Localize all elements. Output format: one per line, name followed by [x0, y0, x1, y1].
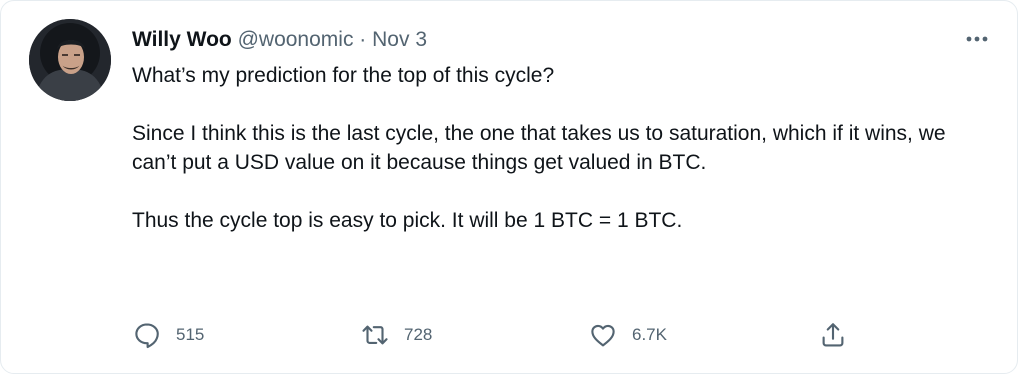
retweet-icon	[362, 325, 388, 345]
tweet-paragraph: What’s my prediction for the top of this…	[132, 64, 555, 87]
reply-count: 515	[176, 325, 205, 344]
like-count: 6.7K	[632, 325, 667, 344]
tweet-text: What’s my prediction for the top of this…	[132, 61, 992, 235]
retweet-count: 728	[404, 325, 433, 344]
tweet-header: Willy Woo @woonomic · Nov 3	[132, 27, 427, 53]
reply-button[interactable]: 515	[132, 317, 204, 353]
share-icon	[822, 323, 844, 347]
header-separator: ·	[359, 28, 367, 51]
reply-icon	[135, 323, 159, 349]
more-horizontal-icon	[966, 36, 988, 42]
retweet-button[interactable]: 728	[360, 317, 432, 353]
avatar[interactable]	[29, 19, 111, 101]
tweet-paragraph: Thus the cycle top is easy to pick. It w…	[132, 209, 683, 232]
author-handle[interactable]: @woonomic	[238, 28, 354, 51]
avatar-image	[29, 19, 111, 101]
tweet-date[interactable]: Nov 3	[372, 28, 427, 51]
more-options-button[interactable]	[959, 27, 995, 51]
tweet-paragraph: Since I think this is the last cycle, th…	[132, 122, 946, 174]
tweet-card[interactable]: Willy Woo @woonomic · Nov 3 What’s my pr…	[0, 0, 1018, 374]
heart-icon	[591, 324, 615, 347]
like-button[interactable]: 6.7K	[588, 317, 667, 353]
author-name[interactable]: Willy Woo	[132, 28, 232, 51]
tweet-actions: 515 728 6.7K	[132, 317, 872, 353]
share-button[interactable]	[818, 317, 848, 353]
